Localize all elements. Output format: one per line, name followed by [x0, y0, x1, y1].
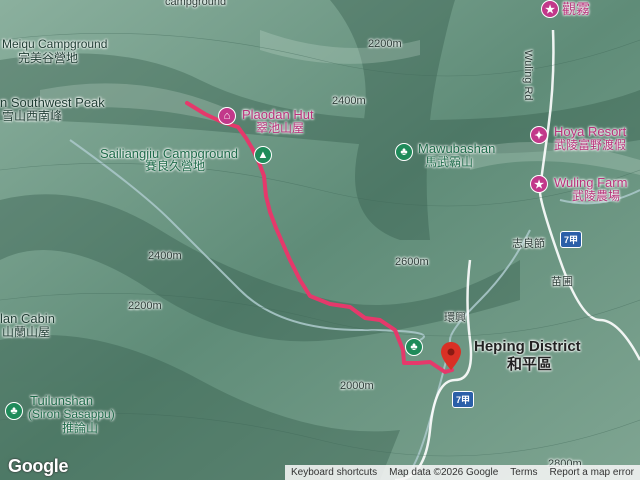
- meiqu-campground-label: Meiqu Campground: [2, 37, 108, 51]
- heping-district-label: Heping District: [474, 338, 581, 355]
- southwest-peak-label: n Southwest Peak: [0, 95, 105, 110]
- resort-icon[interactable]: ✦: [530, 126, 548, 144]
- meiqu-campground-label-zh: 完美谷營地: [18, 51, 79, 65]
- peak-icon[interactable]: ♣: [5, 402, 23, 420]
- mawubashan-label: Mawubashan: [418, 141, 496, 156]
- wuling-farm-label-zh: 武陵農場: [572, 189, 621, 203]
- attribution-bar: Keyboard shortcuts Map data ©2026 Google…: [284, 465, 640, 480]
- wuling-road-label: Wuling Rd: [522, 50, 534, 101]
- wuling-farm-label: Wuling Farm: [554, 175, 628, 190]
- farm-icon[interactable]: ★: [541, 0, 559, 18]
- contour-label: 2400m: [332, 95, 366, 107]
- tuilunshan-label-zh: 推論山: [62, 421, 99, 435]
- lan-cabin-label-zh: 山蘭山屋: [2, 325, 51, 339]
- hoya-resort-label: Hoya Resort: [554, 124, 627, 139]
- contour-label: 2400m: [148, 250, 182, 262]
- map-data-text: Map data ©2026 Google: [389, 467, 499, 478]
- huanxing-label: 環興: [444, 312, 466, 324]
- hoya-resort-label-zh: 武陵富野渡假: [554, 138, 627, 152]
- destination-pin-icon[interactable]: [441, 342, 461, 370]
- contour-label: 2200m: [368, 38, 402, 50]
- campground-label: campground: [165, 0, 227, 8]
- keyboard-shortcuts-link[interactable]: Keyboard shortcuts: [285, 467, 383, 478]
- mawubashan-label-zh: 馬武霸山: [425, 155, 474, 169]
- southwest-peak-label-zh: 雪山西南峰: [2, 109, 63, 123]
- lodging-icon[interactable]: ⌂: [218, 107, 236, 125]
- contour-label: 2200m: [128, 300, 162, 312]
- sailiangjiu-campground-label-zh: 賽良久營地: [145, 159, 206, 173]
- tuilunshan-label: Tuilunshan: [30, 393, 94, 408]
- guanwu-label: 觀霧: [562, 1, 590, 17]
- contour-label: 2000m: [340, 380, 374, 392]
- plaodan-hut-label: Plaodan Hut: [242, 107, 314, 122]
- terms-link[interactable]: Terms: [504, 467, 543, 478]
- plaodan-hut-label-zh: 翠池山屋: [256, 121, 305, 135]
- terrain-map[interactable]: 2200m 2400m 2600m 2200m 2000m 2400m 2800…: [0, 0, 640, 480]
- peak-icon[interactable]: ♣: [395, 143, 413, 161]
- heping-district-label-zh: 和平區: [507, 356, 553, 373]
- campground-icon[interactable]: ▲: [254, 146, 272, 164]
- report-map-error-link[interactable]: Report a map error: [544, 467, 640, 478]
- route-shield: 7甲: [560, 231, 583, 248]
- contour-label: 2600m: [395, 256, 429, 268]
- trailhead-icon[interactable]: ♣: [405, 338, 423, 356]
- farm-icon[interactable]: ★: [530, 175, 548, 193]
- lan-cabin-label: lan Cabin: [0, 311, 55, 326]
- miaopu-label: 苗圃: [551, 276, 573, 288]
- tuilunshan-alt-label: (Siron Sasappu): [28, 407, 115, 421]
- zhiliangjie-label: 志良節: [512, 238, 545, 250]
- google-logo[interactable]: Google: [8, 456, 69, 477]
- route-shield: 7甲: [452, 391, 475, 408]
